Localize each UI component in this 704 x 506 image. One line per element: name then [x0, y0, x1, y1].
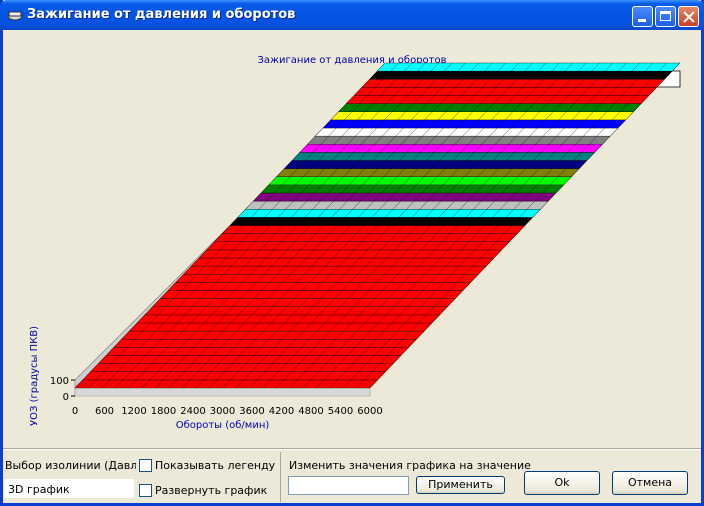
x-tick-label: 2400 [180, 406, 205, 417]
x-tick-label: 1800 [151, 406, 176, 417]
x-axis-label: Обороты (об/мин) [176, 420, 270, 431]
close-icon [683, 11, 695, 23]
value-input[interactable] [288, 476, 409, 495]
app-icon [7, 11, 23, 21]
chart-area: Зажигание от давления и оборотов 0 600 1200… [3, 30, 701, 448]
show-legend-label: Показывать легенду [155, 459, 276, 472]
x-tick-label: 600 [95, 406, 114, 417]
isoline-label: Выбор изолинии (Давление [5, 459, 136, 472]
x-tick-label: 3600 [239, 406, 264, 417]
x-tick-label: 3000 [210, 406, 235, 417]
mode-select[interactable]: 3D график [4, 479, 134, 498]
y-tick-label: 100 [50, 376, 69, 387]
ok-button[interactable]: Ok [524, 471, 600, 495]
apply-button[interactable]: Применить [416, 476, 505, 494]
change-values-label: Изменить значения графика на значение [289, 459, 531, 472]
cancel-button[interactable]: Отмена [612, 471, 688, 495]
surface-chart: Зажигание от давления и оборотов0 600 1200… [29, 55, 681, 431]
x-tick-label: 0 [72, 406, 78, 417]
window-title: Зажигание от давления и оборотов [27, 7, 296, 22]
minimize-icon [638, 19, 646, 22]
x-tick-label: 5400 [328, 406, 353, 417]
x-tick-label: 1200 [121, 406, 146, 417]
expand-graph-checkbox[interactable] [139, 484, 152, 497]
minimize-button[interactable] [632, 6, 653, 27]
close-button[interactable] [678, 6, 699, 27]
x-tick-label: 4800 [298, 406, 323, 417]
y-axis-label: УОЗ (градусы ПКВ) [29, 326, 40, 426]
title-bar[interactable]: Зажигание от давления и оборотов [0, 0, 704, 30]
panel-vertical-divider [280, 452, 281, 502]
maximize-icon [660, 11, 671, 21]
expand-graph-label: Развернуть график [155, 484, 268, 497]
x-tick-label: 4200 [269, 406, 294, 417]
maximize-button[interactable] [655, 6, 676, 27]
show-legend-checkbox[interactable] [139, 459, 152, 472]
y-tick-label: 0 [63, 392, 69, 403]
x-tick-label: 6000 [357, 406, 382, 417]
